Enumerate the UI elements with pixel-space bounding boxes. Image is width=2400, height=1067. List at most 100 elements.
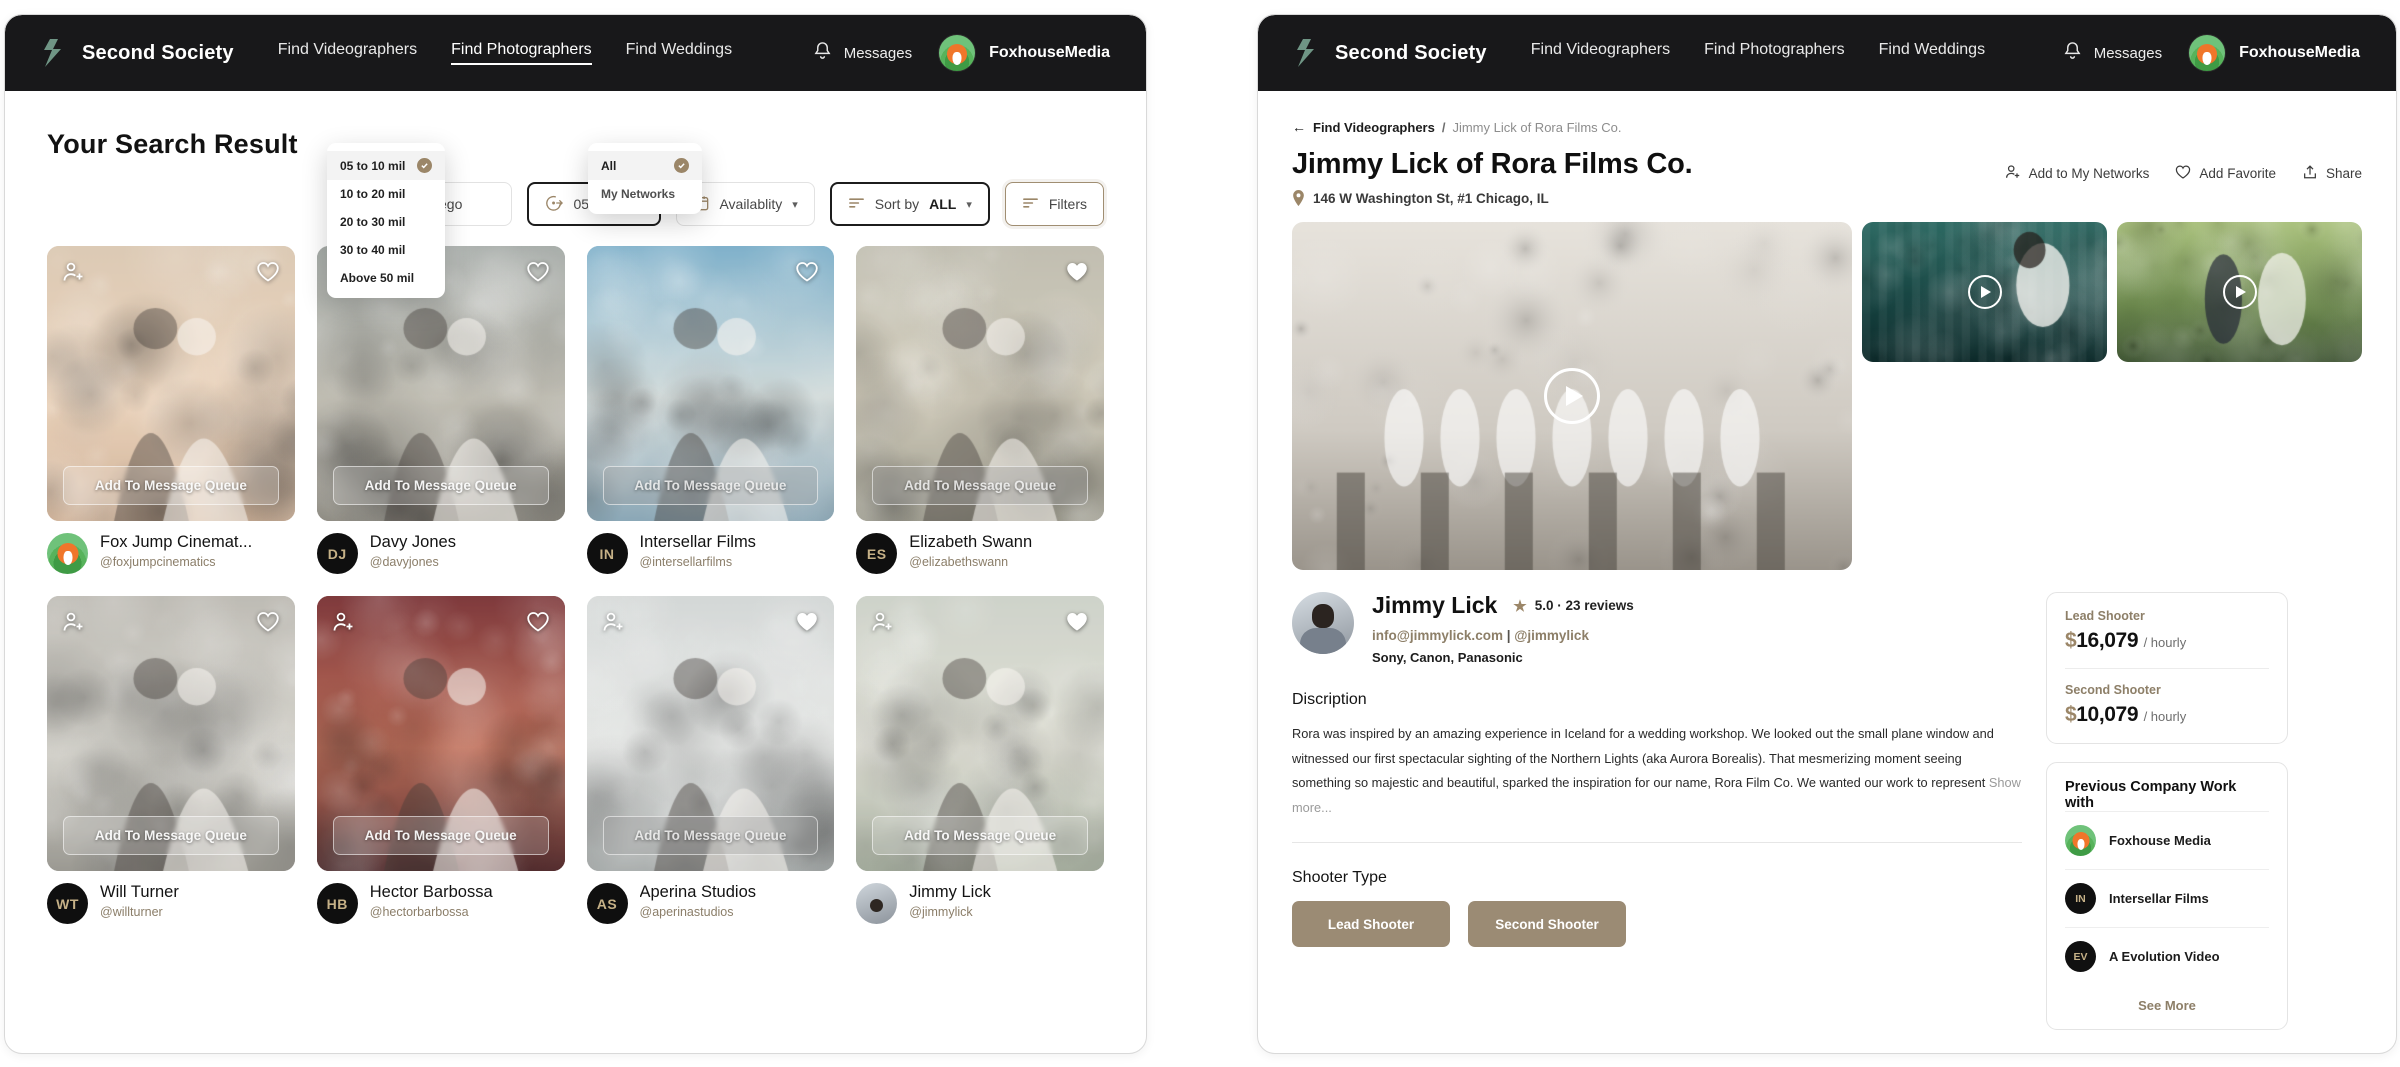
add-person-icon[interactable] bbox=[602, 610, 626, 634]
lead-shooter-button[interactable]: Lead Shooter bbox=[1292, 901, 1450, 947]
filters-button[interactable]: Filters bbox=[1005, 182, 1104, 226]
profile-detail-body: ← Find Videographers / Jimmy Lick of Ror… bbox=[1258, 91, 2396, 1030]
add-to-message-queue-button[interactable]: Add To Message Queue bbox=[872, 816, 1088, 855]
add-to-message-queue-button[interactable]: Add To Message Queue bbox=[63, 816, 279, 855]
card-image[interactable]: Add To Message Queue bbox=[47, 246, 295, 521]
add-to-message-queue-button[interactable]: Add To Message Queue bbox=[333, 816, 549, 855]
chevron-down-icon: ▾ bbox=[792, 198, 798, 211]
messages-button[interactable]: Messages bbox=[2063, 41, 2162, 66]
user-account-button[interactable]: FoxhouseMedia bbox=[2188, 34, 2360, 72]
heart-filled-icon[interactable] bbox=[1065, 260, 1089, 284]
previous-company-row[interactable]: Foxhouse Media bbox=[2065, 811, 2269, 869]
previous-company-label: A Evolution Video bbox=[2109, 949, 2220, 964]
distance-option-1[interactable]: 10 to 20 mil bbox=[327, 180, 445, 208]
second-shooter-price-value: $10,079 / hourly bbox=[2065, 703, 2269, 727]
profile-gear-list: Sony, Canon, Panasonic bbox=[1372, 650, 1634, 665]
nav-find-photographers[interactable]: Find Photographers bbox=[451, 41, 592, 65]
card-avatar-initials: ES bbox=[856, 533, 897, 574]
heart-filled-icon[interactable] bbox=[795, 610, 819, 634]
share-icon bbox=[2302, 164, 2318, 183]
back-arrow-icon[interactable]: ← bbox=[1292, 119, 1306, 135]
nav-find-videographers[interactable]: Find Videographers bbox=[278, 41, 417, 65]
heart-icon[interactable] bbox=[795, 260, 819, 284]
previous-company-row[interactable]: EV A Evolution Video bbox=[2065, 927, 2269, 985]
card-name-block: Hector Barbossa @hectorbarbossa bbox=[370, 883, 493, 919]
user-account-button[interactable]: FoxhouseMedia bbox=[938, 34, 1110, 72]
lead-shooter-price-block: Lead Shooter $16,079 / hourly bbox=[2065, 609, 2269, 653]
heart-filled-icon[interactable] bbox=[1065, 610, 1089, 634]
play-button-icon[interactable] bbox=[1968, 275, 2002, 309]
distance-option-4[interactable]: Above 50 mil bbox=[327, 264, 445, 292]
see-more-link[interactable]: See More bbox=[2065, 985, 2269, 1013]
profile-address-text: 146 W Washington St, #1 Chicago, IL bbox=[1313, 191, 1549, 206]
gallery-video-2[interactable] bbox=[1862, 222, 2107, 362]
heart-icon[interactable] bbox=[526, 260, 550, 284]
add-to-my-networks-button[interactable]: Add to My Networks bbox=[2005, 164, 2150, 183]
sort-option-1[interactable]: My Networks bbox=[588, 180, 702, 208]
breadcrumb: ← Find Videographers / Jimmy Lick of Ror… bbox=[1292, 119, 2362, 135]
gallery-main-video[interactable] bbox=[1292, 222, 1852, 570]
card-image[interactable]: Add To Message Queue bbox=[317, 596, 565, 871]
add-to-message-queue-button[interactable]: Add To Message Queue bbox=[63, 466, 279, 505]
second-society-logo-icon bbox=[1294, 38, 1322, 68]
add-to-message-queue-button[interactable]: Add To Message Queue bbox=[872, 466, 1088, 505]
brand-logo[interactable]: Second Society bbox=[1294, 38, 1487, 68]
card-image[interactable]: Add To Message Queue bbox=[587, 246, 835, 521]
heart-icon[interactable] bbox=[526, 610, 550, 634]
intersellar-films-avatar: IN bbox=[2065, 883, 2096, 914]
card-handle: @davyjones bbox=[370, 555, 456, 569]
play-button-icon[interactable] bbox=[1544, 368, 1600, 424]
add-person-icon[interactable] bbox=[871, 610, 895, 634]
add-favorite-button[interactable]: Add Favorite bbox=[2175, 164, 2276, 183]
photographer-card[interactable]: Add To Message Queue ES Elizabeth Swann … bbox=[856, 246, 1104, 574]
photographer-card[interactable]: Add To Message Queue AS Aperina Studios … bbox=[587, 596, 835, 924]
previous-companies-heading: Previous Company Work with bbox=[2065, 779, 2269, 811]
share-button[interactable]: Share bbox=[2302, 164, 2362, 183]
add-person-icon[interactable] bbox=[62, 260, 86, 284]
card-image[interactable]: Add To Message Queue bbox=[47, 596, 295, 871]
second-shooter-price-block: Second Shooter $10,079 / hourly bbox=[2065, 683, 2269, 727]
sort-option-0[interactable]: All bbox=[588, 151, 702, 180]
profile-email[interactable]: info@jimmylick.com bbox=[1372, 628, 1503, 643]
card-meta: DJ Davy Jones @davyjones bbox=[317, 533, 565, 574]
nav-find-photographers[interactable]: Find Photographers bbox=[1704, 41, 1845, 65]
distance-option-label: 20 to 30 mil bbox=[340, 215, 405, 229]
brand-logo[interactable]: Second Society bbox=[41, 38, 234, 68]
second-shooter-button[interactable]: Second Shooter bbox=[1468, 901, 1626, 947]
distance-option-0[interactable]: 05 to 10 mil bbox=[327, 151, 445, 180]
add-to-message-queue-button[interactable]: Add To Message Queue bbox=[603, 816, 819, 855]
nav-find-weddings[interactable]: Find Weddings bbox=[626, 41, 732, 65]
messages-button[interactable]: Messages bbox=[813, 41, 912, 66]
distance-option-label: 05 to 10 mil bbox=[340, 159, 405, 173]
distance-option-2[interactable]: 20 to 30 mil bbox=[327, 208, 445, 236]
add-favorite-label: Add Favorite bbox=[2199, 166, 2276, 181]
photographer-card[interactable]: Add To Message Queue HB Hector Barbossa … bbox=[317, 596, 565, 924]
card-image[interactable]: Add To Message Queue bbox=[856, 596, 1104, 871]
add-person-icon[interactable] bbox=[332, 610, 356, 634]
sort-filter-button[interactable]: Sort by ALL ▾ bbox=[830, 182, 990, 226]
card-image[interactable]: Add To Message Queue bbox=[587, 596, 835, 871]
photographer-card[interactable]: Add To Message Queue Jimmy Lick @jimmyli… bbox=[856, 596, 1104, 924]
add-to-message-queue-button[interactable]: Add To Message Queue bbox=[333, 466, 549, 505]
gallery-video-3[interactable] bbox=[2117, 222, 2362, 362]
add-to-message-queue-button[interactable]: Add To Message Queue bbox=[603, 466, 819, 505]
breadcrumb-parent-link[interactable]: Find Videographers bbox=[1313, 120, 1435, 135]
nav-find-weddings[interactable]: Find Weddings bbox=[1879, 41, 1985, 65]
photographer-card[interactable]: Add To Message Queue IN Intersellar Film… bbox=[587, 246, 835, 574]
previous-company-row[interactable]: IN Intersellar Films bbox=[2065, 869, 2269, 927]
play-button-icon[interactable] bbox=[2223, 275, 2257, 309]
card-image[interactable]: Add To Message Queue bbox=[856, 246, 1104, 521]
photographer-card[interactable]: Add To Message Queue WT Will Turner @wil… bbox=[47, 596, 295, 924]
add-person-icon[interactable] bbox=[62, 610, 86, 634]
profile-handle[interactable]: @jimmylick bbox=[1514, 628, 1589, 643]
nav-find-videographers[interactable]: Find Videographers bbox=[1531, 41, 1670, 65]
previous-companies-card: Previous Company Work with Foxhouse Medi… bbox=[2046, 762, 2288, 1030]
heart-icon[interactable] bbox=[256, 260, 280, 284]
lead-price-unit: / hourly bbox=[2144, 635, 2187, 650]
map-pin-icon bbox=[1292, 190, 1305, 206]
distance-option-3[interactable]: 30 to 40 mil bbox=[327, 236, 445, 264]
profile-summary: Jimmy Lick ★ 5.0 · 23 reviews info@jimmy… bbox=[1292, 592, 2022, 665]
heart-icon[interactable] bbox=[256, 610, 280, 634]
photographer-card[interactable]: Add To Message Queue Fox Jump Cinemat...… bbox=[47, 246, 295, 574]
gallery-right-column: View More 15+ bbox=[1862, 222, 2362, 362]
